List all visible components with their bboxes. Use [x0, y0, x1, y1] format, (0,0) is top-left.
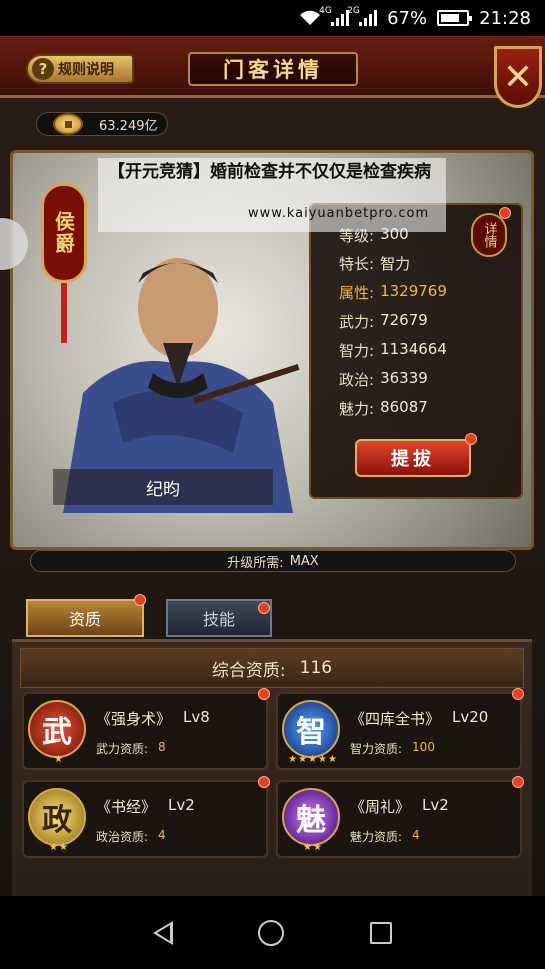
stat-attribute: 属性: 1329769 — [339, 282, 447, 302]
card-attr-value: 4 — [158, 828, 166, 842]
aptitude-card[interactable]: 智 ★★★★★ 《四库全书》 Lv20 智力资质: 100 — [276, 688, 524, 770]
hero-name: 纪昀 — [53, 469, 273, 505]
card-title: 《周礼》 — [350, 798, 411, 816]
stat-intellect: 智力: 1134664 — [339, 340, 447, 360]
navigation-bar — [0, 896, 545, 969]
card-title: 《四库全书》 — [350, 710, 441, 728]
page-title: 门客详情 — [188, 52, 358, 86]
card-attr-value: 100 — [412, 740, 435, 754]
close-button[interactable]: ✕ — [494, 46, 542, 108]
total-aptitude: 综合资质: 116 — [20, 648, 524, 688]
notification-dot — [258, 688, 270, 700]
battery-icon — [437, 10, 473, 26]
notification-dot — [258, 602, 270, 614]
card-attr-label: 智力资质: — [350, 742, 403, 756]
notification-dot — [258, 776, 270, 788]
top-bar: ? 规则说明 门客详情 — [0, 36, 545, 98]
aptitude-card[interactable]: 政 ★★ 《书经》 Lv2 政治资质: 4 — [22, 776, 270, 858]
card-attr-value: 4 — [412, 828, 420, 842]
tab-skills[interactable]: 技能 — [166, 599, 272, 637]
card-attr-value: 8 — [158, 740, 166, 754]
upgrade-label: 升级所需: — [227, 555, 284, 571]
ad-url: www.kaiyuanbetpro.com — [248, 206, 430, 221]
card-title: 《强身术》 — [96, 710, 172, 728]
coin-icon — [53, 113, 83, 135]
ad-title: 【开元竞猜】婚前检查并不仅仅是检查疾病 — [108, 162, 431, 182]
notification-dot — [499, 207, 511, 219]
card-level: Lv2 — [168, 796, 195, 814]
upgrade-requirement: 升级所需: MAX — [30, 550, 516, 572]
status-bar: 4G 2G 67% 21:28 — [0, 0, 545, 36]
card-level: Lv2 — [422, 796, 449, 814]
stat-charm: 魅力: 86087 — [339, 398, 428, 418]
card-attr-label: 武力资质: — [96, 742, 149, 756]
back-icon[interactable] — [152, 920, 173, 945]
notification-dot — [512, 776, 524, 788]
currency-value: 63.249亿 — [99, 118, 158, 134]
card-level: Lv20 — [452, 708, 489, 726]
rules-label: 规则说明 — [58, 62, 114, 78]
aptitude-card[interactable]: 魅 ★★ 《周礼》 Lv2 魅力资质: 4 — [276, 776, 524, 858]
upgrade-value: MAX — [289, 553, 319, 569]
notification-dot — [465, 433, 477, 445]
tab-aptitude[interactable]: 资质 — [26, 599, 144, 637]
notification-dot — [134, 594, 146, 606]
intellect-emblem-icon: 智 — [282, 700, 340, 758]
rank-seal: 侯爵 — [41, 183, 87, 283]
tassel-ornament — [61, 283, 67, 343]
card-level: Lv8 — [183, 708, 210, 726]
stat-politics: 政治: 36339 — [339, 369, 428, 389]
clock: 21:28 — [479, 7, 531, 29]
question-icon: ? — [32, 58, 54, 80]
aptitude-card[interactable]: 武 ★ 《强身术》 Lv8 武力资质: 8 — [22, 688, 270, 770]
star-rating: ★★★★★ — [288, 754, 338, 765]
force-emblem-icon: 武 — [28, 700, 86, 758]
cell-signal-2g-icon: 2G — [347, 6, 378, 26]
home-icon[interactable] — [258, 919, 285, 946]
card-attr-label: 政治资质: — [96, 830, 149, 844]
currency-display: 63.249亿 — [36, 112, 168, 136]
rules-button[interactable]: ? 规则说明 — [26, 54, 134, 84]
notification-dot — [512, 688, 524, 700]
wifi-icon — [299, 10, 321, 26]
star-rating: ★★ — [303, 842, 323, 853]
promote-button[interactable]: 提拔 — [355, 439, 471, 477]
star-rating: ★ — [54, 754, 64, 765]
charm-emblem-icon: 魅 — [282, 788, 340, 846]
card-title: 《书经》 — [96, 798, 157, 816]
detail-button[interactable]: 详情 — [471, 213, 507, 257]
ad-overlay[interactable]: 【开元竞猜】婚前检查并不仅仅是检查疾病 www.kaiyuanbetpro.co… — [98, 158, 446, 232]
close-icon: ✕ — [502, 56, 534, 98]
aptitude-panel: 综合资质: 116 武 ★ 《强身术》 Lv8 武力资质: 8 智 ★★★★★ 《四… — [12, 639, 532, 932]
stat-specialty: 特长: 智力 — [339, 255, 411, 273]
politics-emblem-icon: 政 — [28, 788, 86, 846]
stat-force: 武力: 72679 — [339, 311, 428, 331]
stats-box: 详情 等级: 300 特长: 智力 属性: 1329769 武力: 72679 智力: 1… — [309, 203, 523, 499]
card-attr-label: 魅力资质: — [350, 830, 403, 844]
recent-apps-icon[interactable] — [370, 921, 393, 944]
star-rating: ★★ — [49, 842, 69, 853]
battery-percent: 67% — [387, 7, 428, 29]
